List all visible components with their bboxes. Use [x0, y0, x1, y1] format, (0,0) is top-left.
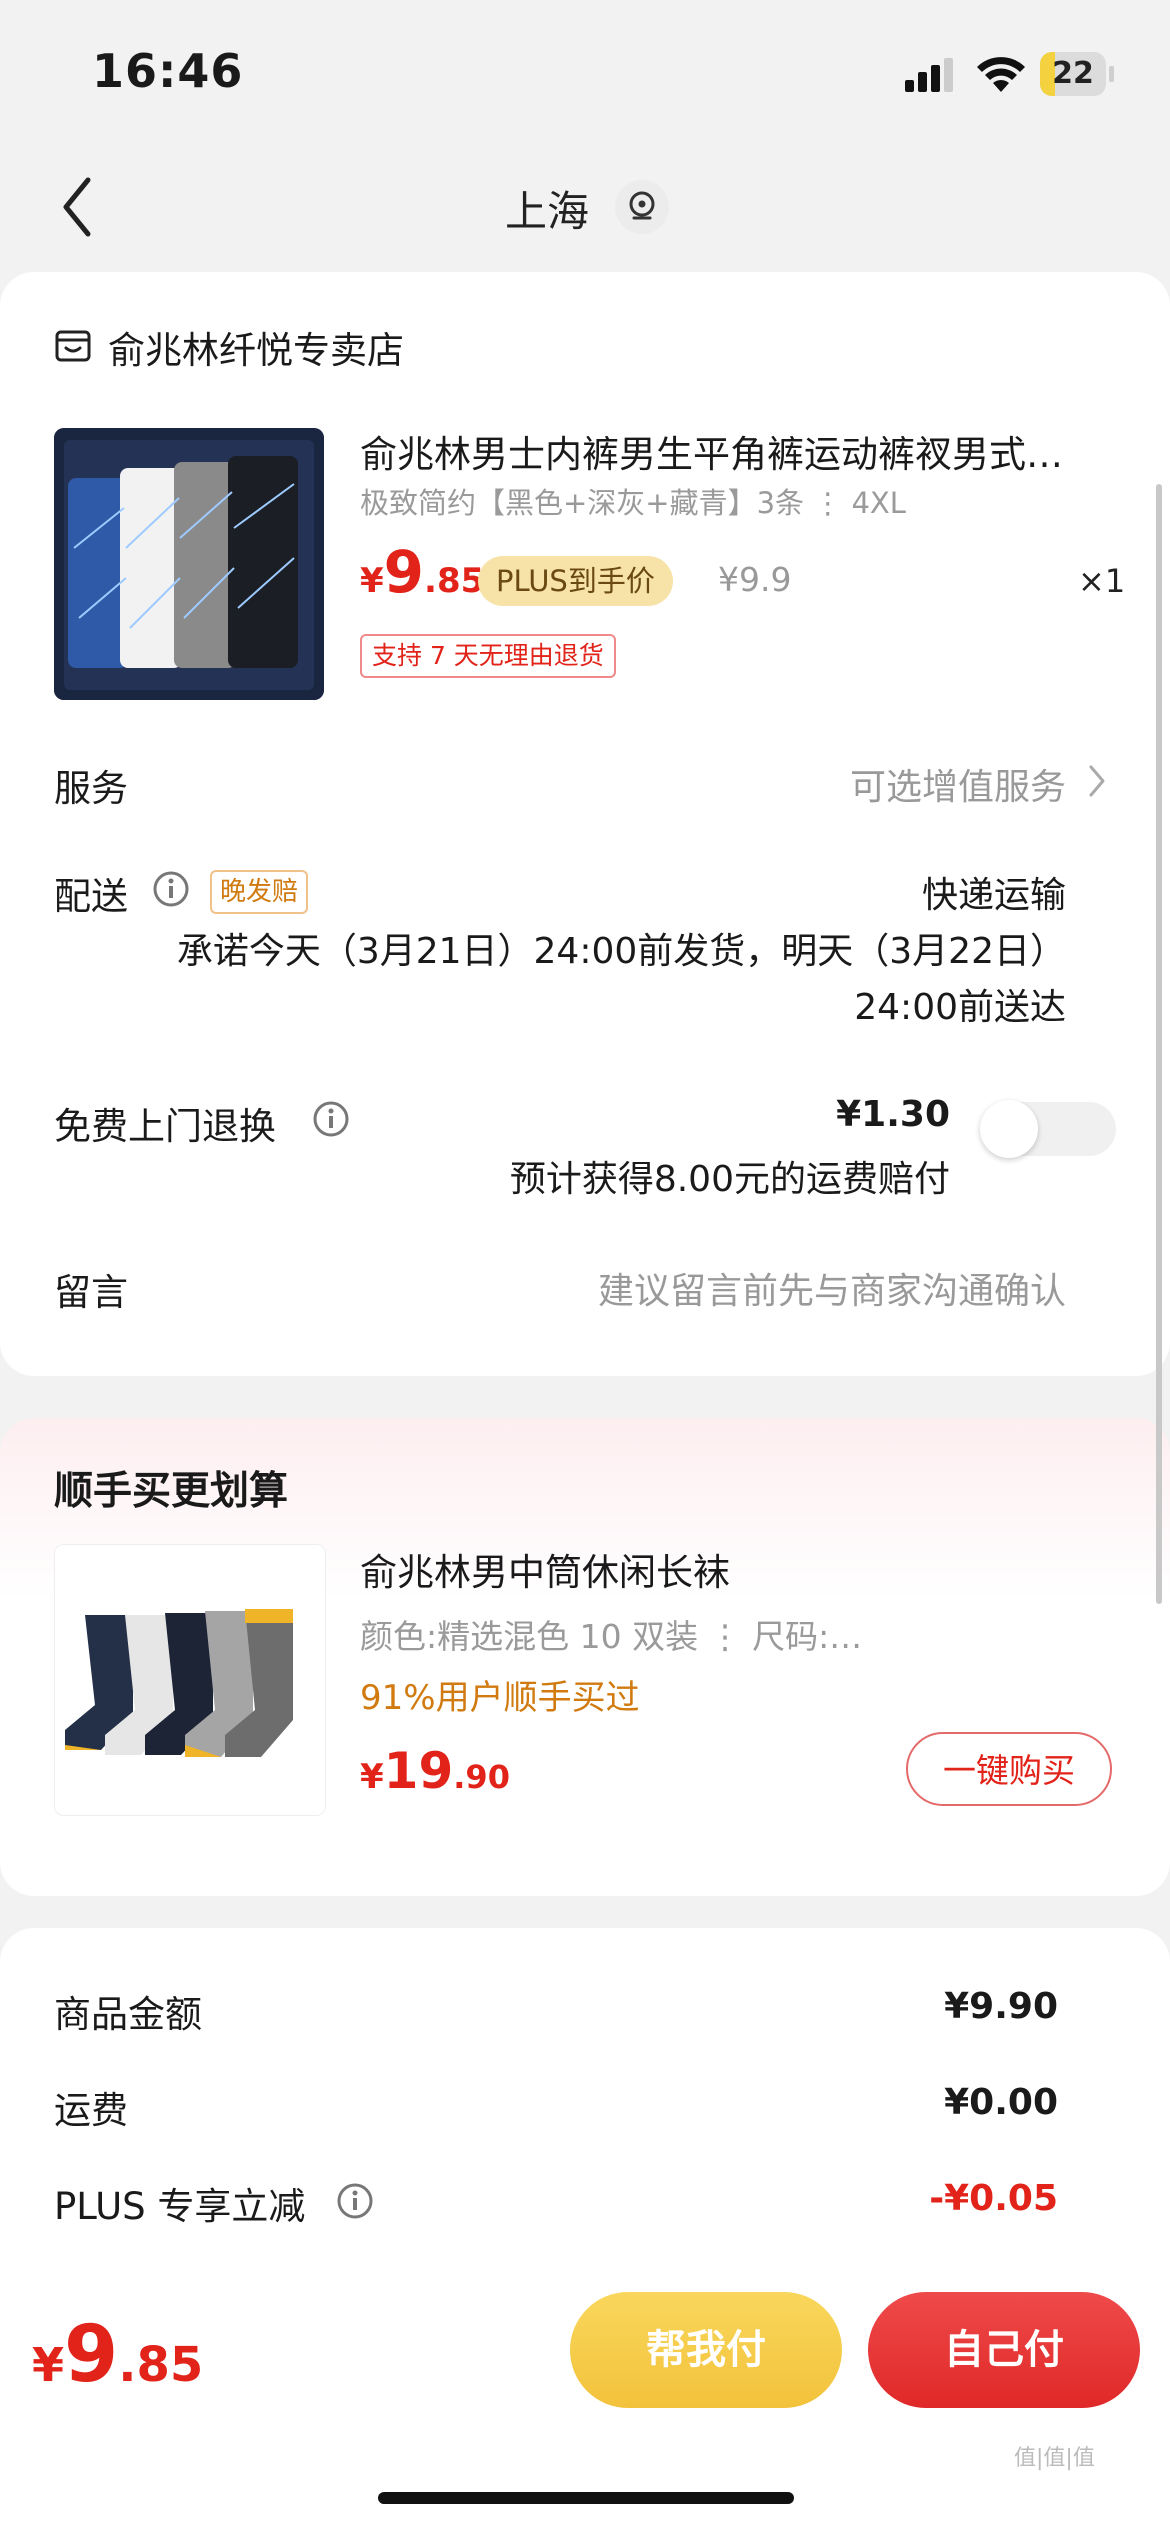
- price-currency: ¥: [360, 1757, 384, 1797]
- total-price: ¥9.85: [32, 2310, 203, 2400]
- pay-myself-button[interactable]: 自己付: [868, 2292, 1140, 2408]
- price-decimal: .90: [453, 1758, 510, 1796]
- chevron-right-icon[interactable]: [1088, 764, 1106, 798]
- free-return-note: 预计获得8.00元的运费赔付: [509, 1159, 950, 1200]
- product-image[interactable]: [54, 428, 324, 700]
- signal-icon: [905, 58, 953, 92]
- summary-label-shipping: 运费: [54, 2089, 128, 2132]
- one-click-buy-button[interactable]: 一键购买: [906, 1732, 1112, 1806]
- delivery-method[interactable]: 快递运输: [922, 866, 1066, 918]
- product-spec[interactable]: 极致简约【黑色+深灰+藏青】3条 ⋮ 4XL: [360, 480, 906, 522]
- addon-buyers-stat: 91%用户顺手买过: [360, 1678, 640, 1718]
- store-icon: [55, 330, 91, 362]
- delivery-promise-line1: 承诺今天（3月21日）24:00前发货，明天（3月22日）: [176, 931, 1066, 972]
- battery-percent: 22: [1052, 56, 1094, 91]
- info-icon[interactable]: [336, 2182, 374, 2220]
- info-icon[interactable]: [312, 1100, 350, 1138]
- free-return-price: ¥1.30: [836, 1094, 950, 1135]
- plus-price-tag: PLUS到手价: [478, 556, 673, 606]
- location-button[interactable]: [615, 180, 669, 234]
- store-name[interactable]: 俞兆林纤悦专卖店: [108, 320, 404, 374]
- service-label: 服务: [54, 767, 128, 810]
- location-pin-icon: [629, 191, 655, 220]
- price-integer: 9: [64, 2310, 119, 2400]
- service-value[interactable]: 可选增值服务: [850, 758, 1066, 810]
- addon-section-title: 顺手买更划算: [54, 1469, 289, 1514]
- addon-price: ¥19.90: [360, 1742, 510, 1800]
- delivery-label: 配送: [54, 875, 128, 918]
- price-currency: ¥: [360, 561, 384, 601]
- wifi-icon: [977, 57, 1025, 92]
- message-input[interactable]: 建议留言前先与商家沟通确认: [598, 1262, 1066, 1314]
- message-label: 留言: [54, 1271, 128, 1314]
- location-name: 上海: [504, 187, 589, 236]
- product-price: ¥9.85: [360, 538, 484, 606]
- summary-value-shipping: ¥0.00: [944, 2082, 1058, 2123]
- original-price: ¥9.9: [718, 560, 792, 599]
- summary-value-plus-discount: -¥0.05: [929, 2178, 1058, 2219]
- price-decimal: .85: [424, 561, 485, 601]
- addon-product-spec[interactable]: 颜色:精选混色 10 双装 ⋮ 尺码:…: [360, 1610, 862, 1658]
- free-return-toggle[interactable]: [980, 1100, 1116, 1158]
- product-title[interactable]: 俞兆林男士内裤男生平角裤运动裤衩男式…: [360, 424, 1122, 478]
- addon-product-image[interactable]: [54, 1544, 326, 1816]
- free-return-label: 免费上门退换: [54, 1105, 276, 1148]
- summary-label-plus-discount: PLUS 专享立减: [54, 2185, 306, 2228]
- return-policy-tag: 支持 7 天无理由退货: [360, 634, 616, 678]
- toggle-knob: [980, 1100, 1038, 1158]
- summary-value-goods: ¥9.90: [944, 1986, 1058, 2027]
- watermark: 值|值|值: [1014, 2446, 1095, 2471]
- price-integer: 19: [383, 1742, 454, 1800]
- scrollbar[interactable]: [1156, 484, 1162, 1604]
- price-currency: ¥: [32, 2338, 65, 2392]
- addon-product-title[interactable]: 俞兆林男中筒休闲长袜: [360, 1542, 730, 1596]
- late-compensation-tag: 晚发赔: [210, 870, 309, 914]
- help-me-pay-button[interactable]: 帮我付: [570, 2292, 842, 2408]
- page-title: 上海: [0, 178, 1170, 239]
- status-time: 16:46: [92, 44, 244, 98]
- home-indicator: [378, 2492, 794, 2504]
- quantity: ×1: [1078, 562, 1126, 600]
- price-integer: 9: [383, 538, 425, 606]
- summary-label-goods: 商品金额: [54, 1993, 202, 2036]
- delivery-promise-line2: 24:00前送达: [854, 987, 1066, 1028]
- info-icon[interactable]: [152, 870, 190, 908]
- price-decimal: .85: [118, 2337, 204, 2393]
- battery-icon: 22: [1040, 52, 1114, 96]
